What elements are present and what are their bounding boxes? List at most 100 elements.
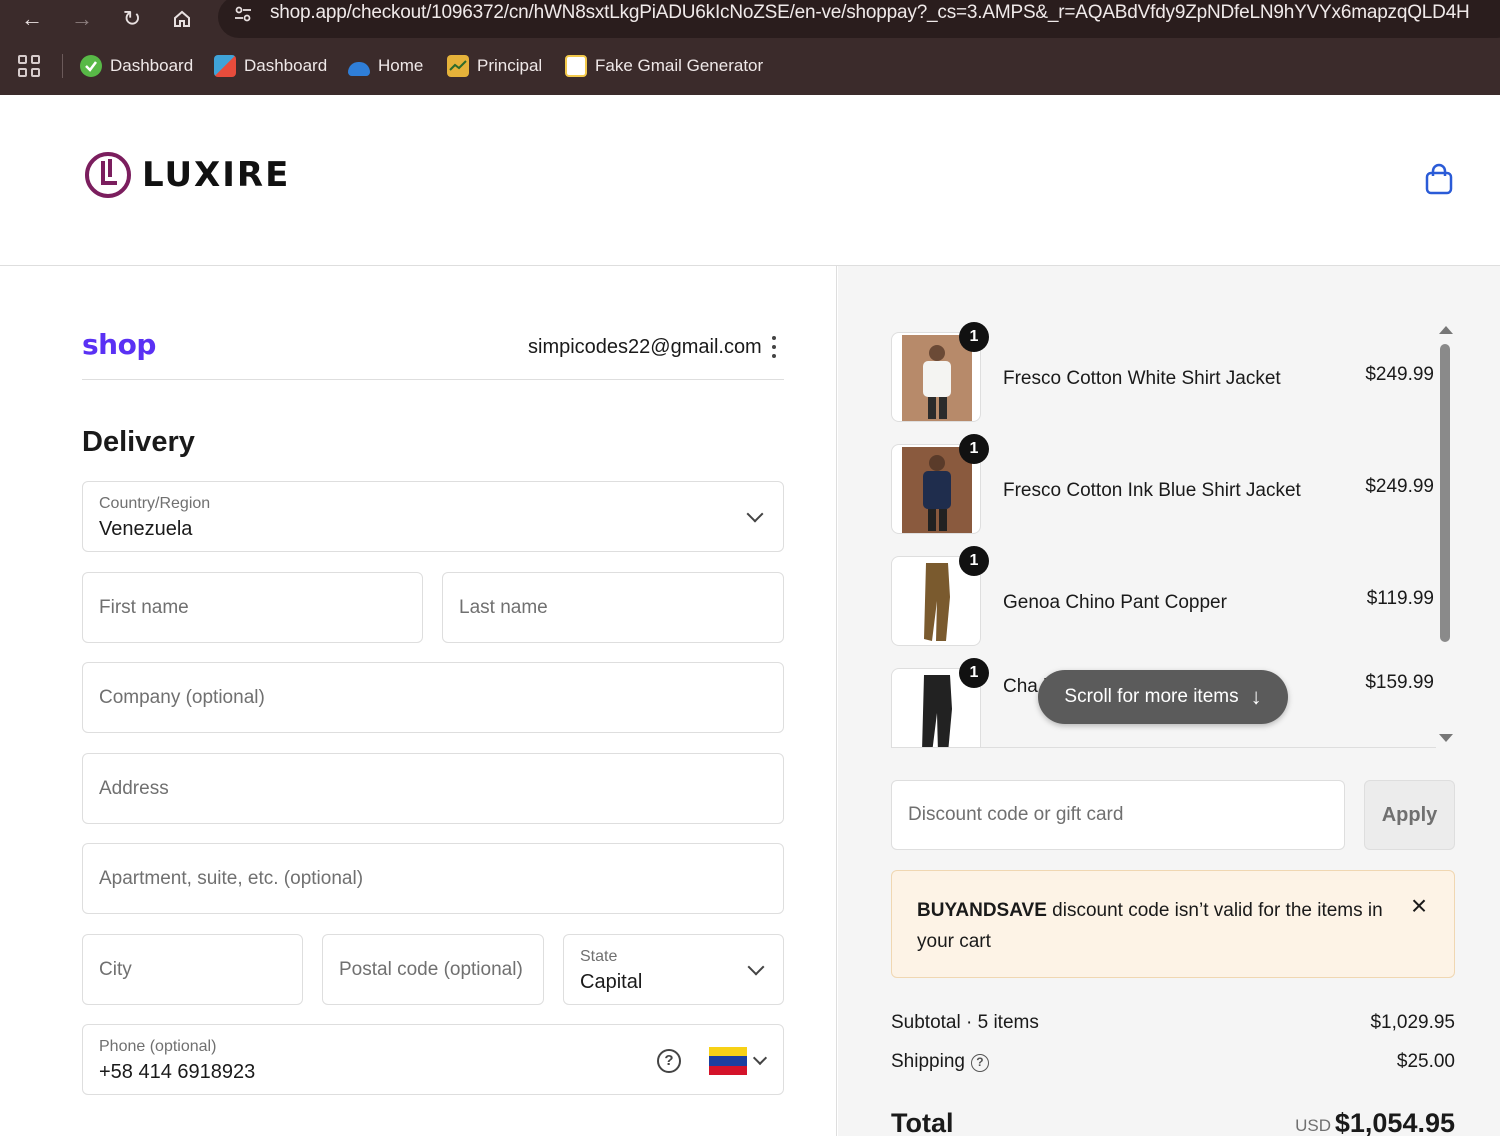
cloud-icon [348, 62, 370, 76]
checkout-form-panel: shop simpicodes22@gmail.com Delivery Cou… [0, 266, 837, 1136]
apps-grid-icon[interactable] [18, 55, 40, 77]
cart-item: 1 Genoa Chino Pant Copper $119.99 [891, 546, 1436, 646]
bookmark-dashboard-2[interactable]: Dashboard [214, 53, 327, 79]
city-placeholder: City [99, 958, 132, 980]
scrollbar-thumb[interactable] [1440, 344, 1450, 642]
shipping-row: Shipping? $25.00 [891, 1051, 1455, 1073]
luxire-logo-icon [85, 152, 131, 198]
forward-icon[interactable]: → [66, 3, 98, 35]
more-options-icon[interactable] [764, 334, 784, 360]
total-row: Total USD $1,054.95 [891, 1102, 1455, 1136]
bookmark-dashboard-1[interactable]: Dashboard [80, 53, 193, 79]
bookmarks-bar: Dashboard Dashboard Home Principal Fake … [0, 44, 1500, 88]
discount-placeholder: Discount code or gift card [908, 804, 1124, 825]
chart-icon [447, 55, 469, 77]
shipping-value: $25.00 [1396, 1051, 1455, 1072]
apartment-placeholder: Apartment, suite, etc. (optional) [99, 867, 364, 889]
total-value: $1,054.95 [1334, 1108, 1455, 1136]
address-bar[interactable]: shop.app/checkout/1096372/cn/hWN8sxtLkgP… [218, 0, 1500, 38]
item-name: Fresco Cotton White Shirt Jacket [1003, 368, 1281, 389]
first-name-field[interactable]: First name [82, 572, 423, 643]
scroll-for-more-button[interactable]: Scroll for more items ↓ [1038, 670, 1288, 724]
apartment-field[interactable]: Apartment, suite, etc. (optional) [82, 843, 784, 914]
reload-icon[interactable]: ↻ [116, 3, 148, 35]
store-logo[interactable]: LUXIRE [84, 151, 290, 199]
subtotal-value: $1,029.95 [1370, 1012, 1455, 1033]
cart-item: 1 Fresco Cotton Ink Blue Shirt Jacket $2… [891, 434, 1436, 534]
brand-name: LUXIRE [142, 155, 291, 195]
bookmark-label: Fake Gmail Generator [595, 56, 764, 75]
currency-code: USD [1295, 1116, 1331, 1135]
bookmarks-separator [62, 54, 63, 78]
discount-error-alert: BUYANDSAVE discount code isn’t valid for… [891, 870, 1455, 978]
item-name: Genoa Chino Pant Copper [1003, 592, 1227, 613]
postal-code-placeholder: Postal code (optional) [339, 958, 523, 980]
site-settings-icon[interactable] [230, 4, 256, 30]
address-placeholder: Address [99, 777, 169, 799]
bookmark-fake-gmail-generator[interactable]: Fake Gmail Generator [565, 53, 763, 79]
shop-logo: shop [82, 328, 156, 361]
subtotal-row: Subtotal · 5 items $1,029.95 [891, 1012, 1455, 1034]
address-field[interactable]: Address [82, 753, 784, 824]
subtotal-label: Subtotal · 5 items [891, 1012, 1039, 1033]
apply-discount-button[interactable]: Apply [1364, 780, 1455, 850]
account-email: simpicodes22@gmail.com [528, 336, 762, 358]
venezuela-flag-icon[interactable] [709, 1047, 747, 1075]
phone-value: +58 414 6918923 [99, 1061, 256, 1083]
last-name-placeholder: Last name [459, 596, 548, 618]
quantity-badge: 1 [959, 434, 989, 464]
item-price: $249.99 [1365, 476, 1434, 497]
browser-chrome: ← → ↻ shop.app/checkout/1096372/cn/hWN8s… [0, 0, 1500, 95]
bookmark-label: Dashboard [244, 56, 328, 75]
bookmark-label: Principal [477, 56, 543, 75]
chevron-down-icon [747, 958, 765, 976]
state-select[interactable]: State Capital [563, 934, 784, 1005]
item-price: $159.99 [1365, 672, 1434, 693]
quantity-badge: 1 [959, 322, 989, 352]
delivery-heading: Delivery [82, 426, 195, 458]
state-value: Capital [580, 971, 643, 993]
total-label: Total [891, 1108, 954, 1136]
bookmark-principal[interactable]: Principal [447, 53, 542, 79]
item-name: Fresco Cotton Ink Blue Shirt Jacket [1003, 480, 1301, 501]
url-text[interactable]: shop.app/checkout/1096372/cn/hWN8sxtLkgP… [270, 2, 1470, 24]
store-header: LUXIRE [0, 95, 1500, 266]
arrow-down-icon: ↓ [1250, 684, 1262, 709]
shipping-label: Shipping [891, 1051, 965, 1072]
green-check-icon [80, 55, 102, 77]
quantity-badge: 1 [959, 658, 989, 688]
bookmark-label: Home [378, 56, 424, 75]
chevron-down-icon [746, 505, 764, 523]
company-placeholder: Company (optional) [99, 686, 265, 708]
help-circle-icon[interactable]: ? [970, 1054, 989, 1072]
help-circle-icon[interactable]: ? [657, 1049, 681, 1073]
state-label: State [580, 948, 618, 965]
home-icon[interactable] [166, 3, 198, 35]
divider [82, 379, 784, 380]
cart-item: 1 Fresco Cotton White Shirt Jacket $249.… [891, 322, 1436, 422]
quantity-badge: 1 [959, 546, 989, 576]
envelope-icon [565, 55, 587, 77]
country-select[interactable]: Country/Region Venezuela [82, 481, 784, 552]
postal-code-field[interactable]: Postal code (optional) [322, 934, 544, 1005]
shopping-bag-icon[interactable] [1424, 163, 1454, 195]
close-icon[interactable]: × [1406, 892, 1432, 920]
browser-toolbar: ← → ↻ shop.app/checkout/1096372/cn/hWN8s… [0, 0, 1500, 38]
alert-code: BUYANDSAVE [917, 900, 1047, 921]
chevron-down-icon [752, 1050, 768, 1066]
discount-code-input[interactable]: Discount code or gift card [891, 780, 1345, 850]
company-field[interactable]: Company (optional) [82, 662, 784, 733]
back-icon[interactable]: ← [16, 3, 48, 35]
item-price: $119.99 [1366, 588, 1434, 609]
country-value: Venezuela [99, 518, 193, 540]
city-field[interactable]: City [82, 934, 303, 1005]
alert-message: BUYANDSAVE discount code isn’t valid for… [917, 895, 1387, 957]
phone-label: Phone (optional) [99, 1038, 217, 1055]
last-name-field[interactable]: Last name [442, 572, 784, 643]
phone-field[interactable]: Phone (optional) +58 414 6918923 ? [82, 1024, 784, 1095]
scroll-down-icon[interactable] [1439, 734, 1453, 742]
bookmark-label: Dashboard [110, 56, 194, 75]
items-scrollbar[interactable] [1436, 324, 1454, 748]
scroll-up-icon[interactable] [1439, 326, 1453, 334]
bookmark-home[interactable]: Home [348, 53, 423, 79]
